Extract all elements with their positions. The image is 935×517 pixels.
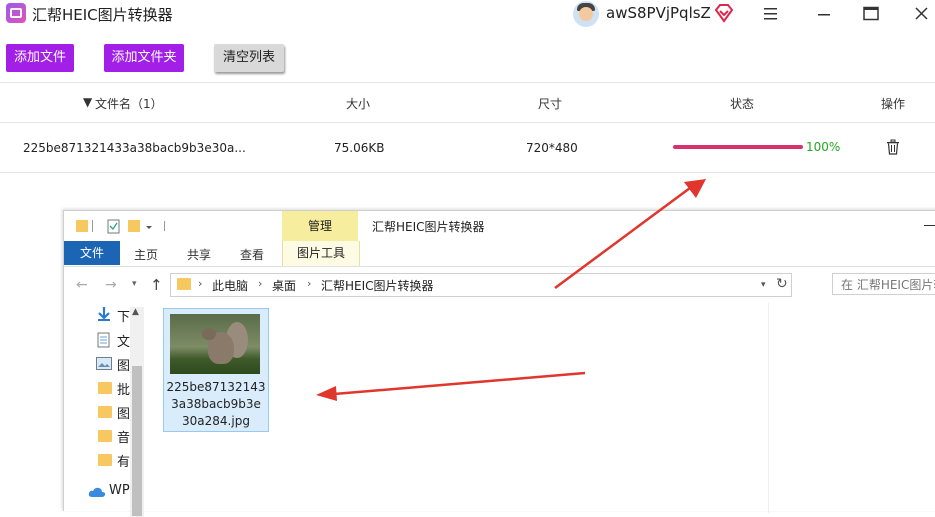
cloud-icon bbox=[88, 487, 106, 497]
file-explorer-window: 管理 汇帮HEIC图片转换器 文件 主页 共享 查看 图片工具 ← → ▾ ↑ … bbox=[63, 210, 935, 517]
image-convert-icon bbox=[6, 3, 26, 23]
nav-item-folder[interactable]: 批 bbox=[117, 379, 130, 398]
forward-icon[interactable]: → bbox=[105, 277, 117, 293]
chevron-right-icon: › bbox=[258, 277, 263, 290]
title-bar: 汇帮HEIC图片转换器 awS8PVjPqlsZ bbox=[0, 0, 935, 30]
file-thumbnail[interactable]: 225be87132143 3a38bacb9b3e 30a284.jpg bbox=[163, 308, 269, 432]
column-header-action: 操作 bbox=[881, 97, 906, 111]
tab-file[interactable]: 文件 bbox=[64, 241, 120, 265]
file-dimensions-cell: 720*480 bbox=[526, 141, 578, 155]
file-name-cell: 225be871321433a38bacb9b3e30a... bbox=[23, 141, 246, 155]
nav-item-pictures[interactable]: 图 bbox=[117, 355, 130, 374]
tab-share[interactable]: 共享 bbox=[187, 246, 211, 263]
chevron-right-icon: › bbox=[307, 277, 312, 290]
up-arrow-icon[interactable]: ↑ bbox=[150, 276, 163, 294]
tab-view[interactable]: 查看 bbox=[240, 246, 264, 263]
file-name-label: 225be87132143 3a38bacb9b3e 30a284.jpg bbox=[164, 379, 268, 430]
download-icon bbox=[98, 307, 110, 321]
breadcrumb-desktop[interactable]: 桌面 bbox=[272, 277, 296, 294]
scrollbar-thumb[interactable] bbox=[132, 366, 142, 516]
avatar[interactable] bbox=[573, 1, 599, 27]
nav-item-downloads[interactable]: 下 bbox=[117, 306, 130, 325]
file-size-cell: 75.06KB bbox=[334, 141, 385, 155]
back-icon[interactable]: ← bbox=[76, 277, 88, 293]
tab-home[interactable]: 主页 bbox=[134, 246, 158, 263]
picture-icon bbox=[96, 357, 112, 370]
folder-icon bbox=[98, 382, 112, 394]
divider bbox=[0, 172, 935, 173]
refresh-icon[interactable]: ↻ bbox=[776, 276, 788, 292]
chevron-down-icon[interactable]: ▾ bbox=[132, 279, 137, 289]
breadcrumb-folder[interactable]: 汇帮HEIC图片转换器 bbox=[321, 277, 434, 294]
sort-desc-icon[interactable]: ▼ bbox=[83, 95, 92, 109]
column-header-status: 状态 bbox=[730, 97, 755, 111]
breadcrumb-this-pc[interactable]: 此电脑 bbox=[212, 277, 248, 294]
hamburger-icon[interactable] bbox=[762, 6, 780, 22]
file-name-line: 225be87132143 bbox=[166, 380, 266, 394]
search-input[interactable]: 在 汇帮HEIC图片转 bbox=[832, 273, 935, 295]
chevron-right-icon: › bbox=[198, 277, 203, 290]
trash-icon[interactable] bbox=[886, 139, 900, 155]
folder-icon bbox=[98, 406, 112, 418]
address-bar[interactable]: › 此电脑 › 桌面 › 汇帮HEIC图片转换器 ▾ ↻ bbox=[170, 273, 792, 297]
divider bbox=[0, 82, 935, 83]
minimize-icon[interactable] bbox=[924, 225, 935, 226]
quick-access-toolbar[interactable] bbox=[74, 217, 174, 235]
diamond-icon[interactable] bbox=[714, 3, 734, 23]
explorer-title: 汇帮HEIC图片转换器 bbox=[372, 220, 485, 234]
username[interactable]: awS8PVjPqlsZ bbox=[606, 4, 711, 22]
column-header-dimensions: 尺寸 bbox=[538, 97, 563, 111]
file-name-line: 30a284.jpg bbox=[182, 414, 250, 428]
nav-item-cloud[interactable]: WP bbox=[109, 483, 130, 498]
maximize-icon[interactable] bbox=[862, 6, 880, 22]
nav-item-folder[interactable]: 音 bbox=[117, 427, 130, 446]
app-title: 汇帮HEIC图片转换器 bbox=[32, 6, 173, 24]
chevron-down-icon[interactable]: ▾ bbox=[761, 280, 766, 290]
document-icon bbox=[97, 332, 110, 348]
divider bbox=[0, 122, 935, 123]
file-name-line: 3a38bacb9b3e bbox=[171, 397, 261, 411]
add-folder-button[interactable]: 添加文件夹 bbox=[104, 44, 184, 72]
close-icon[interactable] bbox=[913, 6, 931, 22]
nav-item-documents[interactable]: 文 bbox=[117, 331, 130, 350]
nav-item-folder[interactable]: 图 bbox=[117, 403, 130, 422]
column-header-name[interactable]: 文件名（1） bbox=[95, 95, 163, 112]
minimize-icon[interactable] bbox=[815, 6, 833, 22]
progress-bar bbox=[673, 145, 803, 149]
tab-manage[interactable]: 管理 bbox=[282, 211, 358, 241]
progress-percent: 100% bbox=[806, 140, 841, 154]
divider bbox=[768, 303, 769, 513]
add-file-button[interactable]: 添加文件 bbox=[6, 44, 74, 72]
chevron-up-icon[interactable]: ▲ bbox=[132, 307, 139, 317]
squirrel-image bbox=[170, 314, 260, 374]
clear-list-button[interactable]: 清空列表 bbox=[214, 44, 284, 72]
folder-icon bbox=[98, 430, 112, 442]
folder-icon bbox=[177, 278, 191, 290]
column-header-size: 大小 bbox=[346, 97, 371, 111]
tab-picture-tools[interactable]: 图片工具 bbox=[282, 241, 360, 266]
nav-item-folder[interactable]: 有 bbox=[117, 451, 130, 470]
folder-icon bbox=[98, 454, 112, 466]
